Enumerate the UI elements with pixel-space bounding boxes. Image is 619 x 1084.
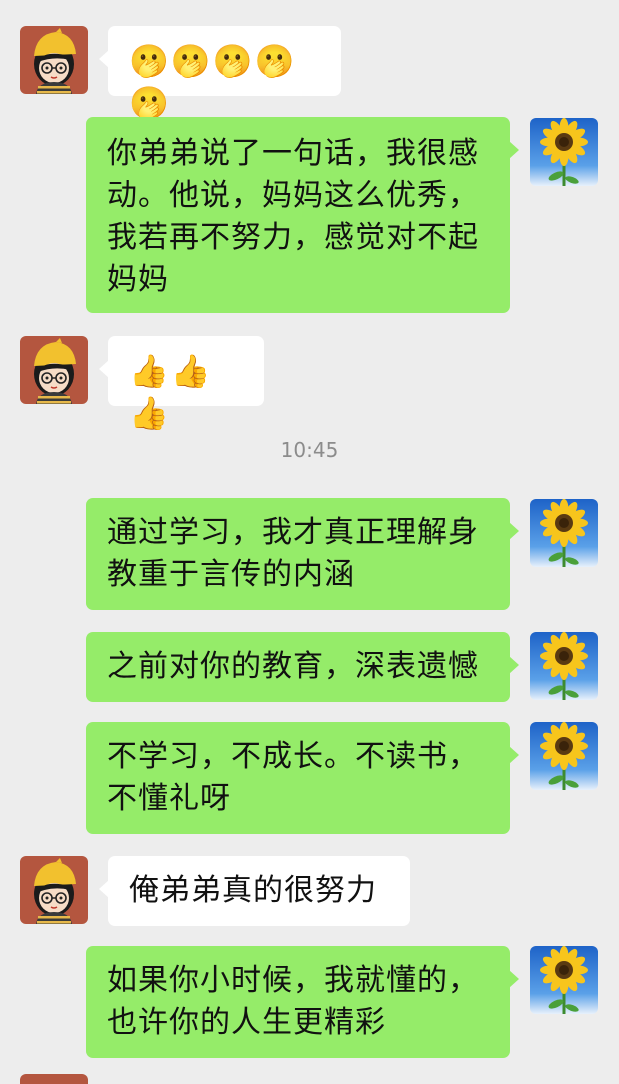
sunflower-avatar-icon bbox=[530, 499, 598, 567]
self-avatar[interactable] bbox=[530, 722, 598, 790]
message-bubble-incoming[interactable]: 俺弟弟真的很努力 bbox=[99, 856, 410, 926]
girl-avatar-icon bbox=[20, 856, 88, 924]
sunflower-avatar-icon bbox=[530, 946, 598, 1014]
self-avatar[interactable] bbox=[530, 632, 598, 700]
message-bubble-incoming[interactable]: 🫢🫢🫢🫢🫢 bbox=[99, 26, 341, 122]
message-bubble-incoming[interactable]: 👍👍👍 bbox=[99, 336, 264, 432]
self-avatar[interactable] bbox=[530, 118, 598, 186]
message-bubble-outgoing[interactable]: 如果你小时候，我就懂的，也许你的人生更精彩 bbox=[86, 946, 519, 1058]
chat-timestamp: 10:45 bbox=[280, 438, 339, 462]
self-avatar[interactable] bbox=[530, 946, 598, 1014]
self-avatar[interactable] bbox=[530, 499, 598, 567]
girl-avatar-icon bbox=[20, 336, 88, 404]
contact-avatar-partial[interactable] bbox=[20, 1074, 88, 1084]
message-bubble-outgoing[interactable]: 通过学习，我才真正理解身教重于言传的内涵 bbox=[86, 498, 519, 610]
sunflower-avatar-icon bbox=[530, 632, 598, 700]
message-bubble-outgoing[interactable]: 之前对你的教育，深表遗憾 bbox=[86, 632, 519, 702]
contact-avatar[interactable] bbox=[20, 336, 88, 404]
message-bubble-outgoing[interactable]: 你弟弟说了一句话，我很感动。他说，妈妈这么优秀，我若再不努力，感觉对不起妈妈 bbox=[86, 117, 519, 313]
sunflower-avatar-icon bbox=[530, 118, 598, 186]
contact-avatar[interactable] bbox=[20, 856, 88, 924]
sunflower-avatar-icon bbox=[530, 722, 598, 790]
message-bubble-outgoing[interactable]: 不学习，不成长。不读书，不懂礼呀 bbox=[86, 722, 519, 834]
contact-avatar[interactable] bbox=[20, 26, 88, 94]
girl-avatar-icon bbox=[20, 26, 88, 94]
